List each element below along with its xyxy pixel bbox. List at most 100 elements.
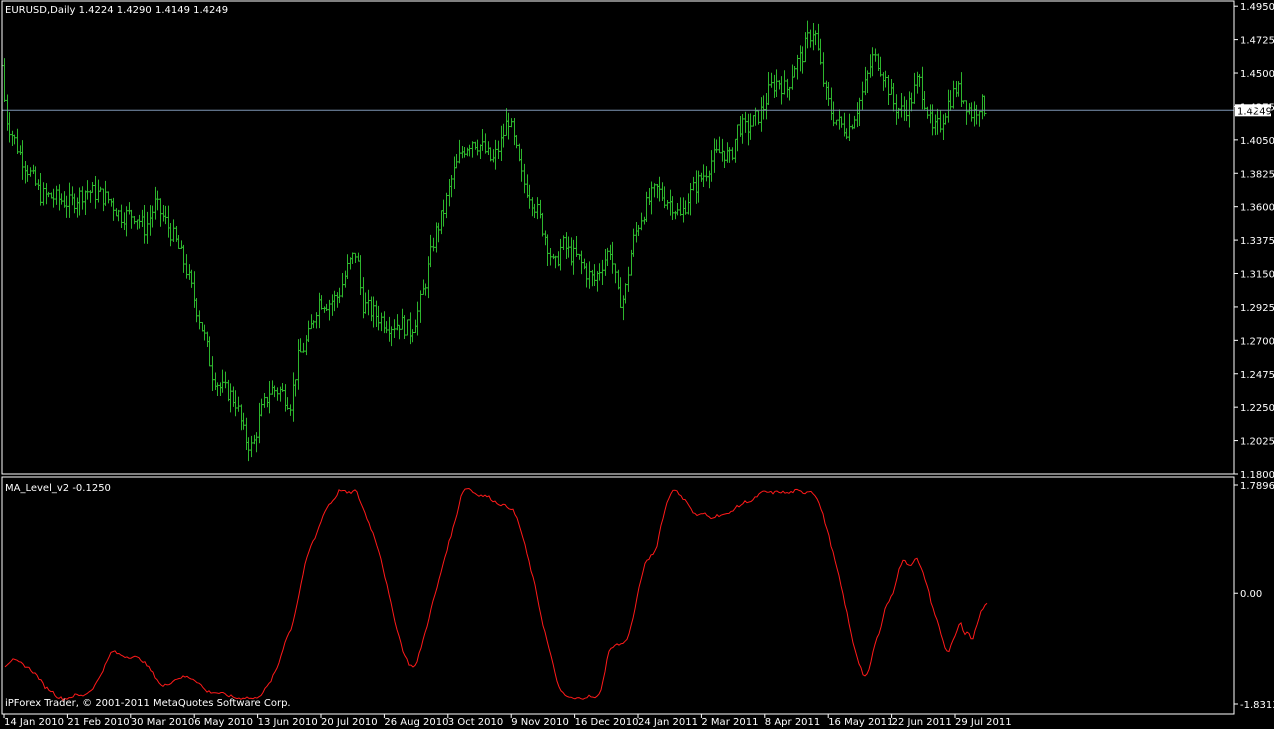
ohlc-bar: [181, 244, 186, 273]
ohlc-bar: [816, 23, 821, 51]
x-tick-label: 14 Jan 2010: [4, 717, 64, 728]
price-y-tick-label: 1.3825: [1240, 169, 1274, 180]
ohlc-bar: [439, 210, 444, 235]
ohlc-bar: [707, 170, 712, 189]
ohlc-bar: [145, 211, 150, 244]
ohlc-bar: [569, 237, 574, 266]
ohlc-bar: [595, 271, 600, 292]
ohlc-bar: [444, 192, 449, 219]
ohlc-bar: [764, 93, 769, 120]
ohlc-bar: [839, 116, 844, 128]
ohlc-bar: [626, 266, 631, 292]
ohlc-bar: [636, 225, 641, 237]
ohlc-bar: [644, 191, 649, 223]
ohlc-bar: [236, 396, 241, 412]
ohlc-bar: [387, 316, 392, 342]
mt4-chart-window[interactable]: 1.4249 1.4950 1.4725 1.4500 1.4275 1.4050 1.3…: [0, 0, 1274, 729]
price-y-tick-label: 1.4050: [1240, 136, 1274, 147]
ohlc-bar: [465, 147, 470, 157]
ohlc-bar: [608, 244, 613, 260]
ohlc-bar: [782, 70, 787, 95]
x-tick-label: 3 Oct 2010: [448, 717, 503, 728]
ohlc-bar: [525, 174, 530, 198]
price-y-tick-label: 1.4500: [1240, 69, 1274, 80]
ohlc-bar: [353, 252, 358, 263]
ohlc-bar: [410, 329, 415, 343]
price-y-tick-label: 1.2250: [1240, 403, 1274, 414]
ohlc-bar: [605, 247, 610, 266]
ohlc-bar: [376, 305, 381, 331]
ohlc-bar: [540, 212, 545, 237]
ohlc-bar: [675, 203, 680, 216]
ohlc-bar: [831, 101, 836, 127]
ohlc-bar: [428, 234, 433, 268]
ohlc-bar: [226, 379, 231, 402]
ohlc-bar: [571, 239, 576, 275]
ohlc-bar: [51, 188, 56, 208]
symbol-info-label: EURUSD,Daily 1.4224 1.4290 1.4149 1.4249: [5, 5, 228, 16]
ohlc-bar: [761, 95, 766, 120]
ohlc-bar: [415, 301, 420, 336]
ohlc-bar: [803, 32, 808, 63]
ohlc-bar: [304, 335, 309, 356]
x-tick-label: 30 Mar 2010: [131, 717, 194, 728]
x-tick-label: 16 May 2011: [828, 717, 893, 728]
ohlc-bar: [610, 241, 615, 274]
ohlc-bar: [818, 38, 823, 65]
ohlc-bar: [233, 390, 238, 417]
ohlc-bar: [948, 90, 953, 111]
ohlc-bar: [946, 89, 951, 123]
ohlc-bar: [920, 66, 925, 110]
ohlc-bar: [665, 200, 670, 210]
ohlc-bar: [155, 190, 160, 211]
ohlc-bar: [972, 101, 977, 127]
ohlc-bar: [673, 210, 678, 220]
ohlc-bar: [150, 205, 155, 228]
ohlc-bar: [769, 72, 774, 88]
ohlc-bar: [493, 139, 498, 170]
ohlc-bar: [119, 204, 124, 229]
ohlc-bar: [941, 114, 946, 140]
ohlc-bar: [694, 170, 699, 204]
ohlc-bar: [613, 263, 618, 284]
ohlc-bar: [774, 69, 779, 98]
ohlc-bar: [467, 144, 472, 157]
ohlc-bar: [197, 310, 202, 330]
ohlc-bar: [618, 277, 623, 308]
ohlc-bar: [878, 56, 883, 77]
ohlc-bar: [894, 94, 899, 125]
ohlc-bar: [2, 58, 7, 102]
ohlc-bar: [850, 124, 855, 130]
ohlc-bar: [727, 147, 732, 163]
x-tick-label: 6 May 2010: [194, 717, 253, 728]
ohlc-bar: [860, 81, 865, 110]
price-y-tick-label: 1.2925: [1240, 303, 1274, 314]
ohlc-bar: [249, 435, 254, 458]
ohlc-bar: [681, 197, 686, 223]
ohlc-bar: [538, 199, 543, 219]
ohlc-bar: [293, 379, 298, 397]
ohlc-bar: [899, 93, 904, 118]
indicator-y-tick-label: -1.8313: [1240, 700, 1274, 711]
ohlc-bar: [954, 80, 959, 98]
price-y-tick-label: 1.3150: [1240, 270, 1274, 281]
ohlc-bar: [587, 261, 592, 289]
ohlc-bar: [532, 203, 537, 218]
ohlc-bar: [168, 223, 173, 247]
copyright-label: iPForex Trader, © 2001-2011 MetaQuotes S…: [5, 698, 291, 709]
ohlc-bar: [241, 412, 246, 430]
ohlc-bar: [436, 222, 441, 243]
price-pane[interactable]: 1.4249: [2, 20, 1272, 462]
ohlc-bar: [766, 72, 771, 106]
ohlc-bar: [519, 148, 524, 182]
ohlc-bar: [967, 103, 972, 115]
ohlc-bar: [915, 71, 920, 94]
price-y-tick-label: 1.4725: [1240, 36, 1274, 47]
ohlc-bar: [545, 234, 550, 267]
indicator-pane[interactable]: [4, 487, 988, 702]
ohlc-bar: [285, 397, 290, 410]
ohlc-bar: [337, 287, 342, 304]
ohlc-bar: [722, 150, 727, 169]
ohlc-bar: [72, 193, 77, 214]
ohlc-bar: [982, 95, 987, 117]
